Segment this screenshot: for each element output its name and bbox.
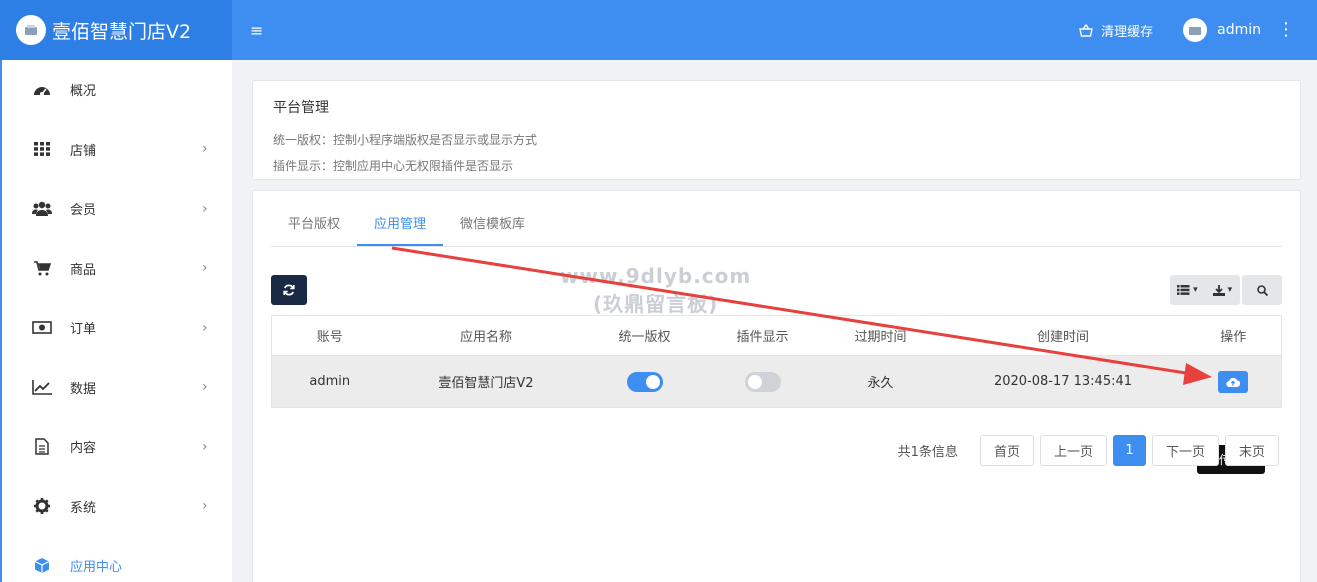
sidebar-item-orders[interactable]: 订单 ›	[2, 298, 232, 358]
users-icon	[32, 200, 52, 218]
brand-logo-icon	[16, 15, 46, 45]
cell-plugin-display	[704, 355, 821, 408]
grid-icon	[32, 140, 52, 158]
sidebar-item-app-center[interactable]: 应用中心	[2, 536, 232, 582]
sidebar-item-content[interactable]: 内容 ›	[2, 417, 232, 477]
chevron-right-icon: ›	[202, 141, 208, 158]
sidebar-item-label: 商品	[70, 262, 97, 278]
sidebar-item-label: 店铺	[70, 143, 97, 159]
sidebar-item-label: 订单	[70, 322, 97, 338]
content-card: 平台版权 应用管理 微信模板库 ▾ ▾ 账号 应用名称 统一版权 插件显示 过期…	[252, 190, 1301, 582]
cell-created: 2020-08-17 13:45:41	[940, 355, 1186, 408]
sidebar-item-products[interactable]: 商品 ›	[2, 239, 232, 299]
money-icon	[32, 319, 52, 337]
cell-expire: 永久	[820, 355, 941, 408]
chevron-right-icon: ›	[202, 438, 208, 455]
watermark-name: (玖鼎留言板)	[592, 292, 719, 316]
page-title: 平台管理	[273, 100, 329, 116]
column-header[interactable]: 操作	[1185, 315, 1282, 356]
prev-page-button[interactable]: 上一页	[1039, 435, 1107, 466]
user-menu[interactable]: admin ⋮	[1183, 18, 1295, 42]
dashboard-icon	[32, 81, 52, 99]
main-content: 平台管理 统一版权：控制小程序端版权是否显示或显示方式 插件显示：控制应用中心无…	[252, 80, 1301, 582]
unified-copyright-toggle[interactable]	[626, 371, 663, 392]
upload-settings-button[interactable]	[1218, 370, 1249, 393]
sidebar-item-data[interactable]: 数据 ›	[2, 358, 232, 418]
info-line-plugin: 插件显示：控制应用中心无权限插件是否显示	[273, 159, 514, 173]
sidebar-item-overview[interactable]: 概况	[2, 60, 232, 120]
table-header-row: 账号 应用名称 统一版权 插件显示 过期时间 创建时间 操作	[271, 315, 1282, 356]
cart-icon	[32, 259, 52, 277]
refresh-icon	[283, 284, 295, 296]
info-line-copyright: 统一版权：控制小程序端版权是否显示或显示方式	[273, 133, 538, 147]
column-header[interactable]: 账号	[271, 315, 388, 356]
column-header[interactable]: 插件显示	[704, 315, 821, 356]
sidebar: 概况 店铺 › 会员 › 商品 › 订单 › 数据 › 内容 › 系统 › 应用…	[0, 60, 232, 582]
clear-cache-label: 清理缓存	[1101, 24, 1154, 40]
gear-icon	[32, 497, 52, 515]
watermark-url: www.9dlyb.com	[560, 264, 752, 288]
tab-bar: 平台版权 应用管理 微信模板库	[271, 211, 1282, 247]
column-header[interactable]: 过期时间	[820, 315, 941, 356]
avatar	[1183, 18, 1208, 42]
sidebar-item-members[interactable]: 会员 ›	[2, 179, 232, 239]
cell-unified-copyright	[584, 355, 705, 408]
top-navbar: 壹佰智慧门店V2 ≡ 清理缓存 admin ⋮	[0, 0, 1317, 60]
sidebar-item-label: 会员	[70, 203, 97, 219]
column-header[interactable]: 统一版权	[584, 315, 705, 356]
sidebar-item-label: 内容	[70, 441, 97, 457]
caret-down-icon: ▾	[1190, 285, 1198, 295]
chevron-right-icon: ›	[202, 498, 208, 515]
first-page-button[interactable]: 首页	[979, 435, 1034, 466]
more-vertical-icon[interactable]: ⋮	[1277, 21, 1295, 39]
sidebar-item-label: 应用中心	[70, 560, 123, 576]
sidebar-item-label: 系统	[70, 500, 97, 516]
next-page-button[interactable]: 下一页	[1151, 435, 1219, 466]
column-header[interactable]: 应用名称	[387, 315, 585, 356]
sidebar-item-label: 数据	[70, 381, 97, 397]
chart-icon	[32, 378, 52, 396]
cloud-upload-icon	[1226, 377, 1241, 387]
document-icon	[32, 438, 52, 456]
column-header[interactable]: 创建时间	[940, 315, 1186, 356]
tab-app-management[interactable]: 应用管理	[357, 211, 444, 246]
brand-title: 壹佰智慧门店V2	[52, 20, 192, 43]
clear-cache-button[interactable]: 清理缓存	[1079, 21, 1153, 40]
chevron-right-icon: ›	[202, 379, 208, 396]
watermark: www.9dlyb.com (玖鼎留言板)	[560, 262, 751, 318]
app-table: 账号 应用名称 统一版权 插件显示 过期时间 创建时间 操作 admin 壹佰智…	[271, 315, 1282, 408]
search-button[interactable]	[1242, 275, 1282, 305]
chevron-right-icon: ›	[202, 200, 208, 217]
caret-down-icon: ▾	[1224, 285, 1233, 295]
table-toolbar: ▾ ▾	[271, 275, 1282, 305]
sidebar-item-store[interactable]: 店铺 ›	[2, 120, 232, 180]
chevron-right-icon: ›	[202, 260, 208, 277]
pagination-total: 共1条信息	[897, 445, 958, 460]
table-row: admin 壹佰智慧门店V2 永久 2020-08-17 13:45:41	[271, 355, 1282, 408]
search-icon	[1256, 284, 1268, 296]
list-icon	[1177, 285, 1190, 295]
user-name: admin	[1217, 22, 1261, 38]
cell-app-name: 壹佰智慧门店V2	[387, 355, 585, 408]
pagination: 共1条信息 首页 上一页 1 下一页 末页	[898, 435, 1279, 466]
basket-icon	[1079, 23, 1093, 37]
plugin-display-toggle[interactable]	[744, 371, 781, 392]
cell-account: admin	[271, 355, 388, 408]
hamburger-icon[interactable]: ≡	[250, 21, 263, 40]
tab-wechat-templates[interactable]: 微信模板库	[443, 211, 542, 246]
tab-platform-copyright[interactable]: 平台版权	[271, 211, 357, 246]
cell-actions	[1185, 355, 1282, 408]
columns-toggle-button[interactable]: ▾	[1170, 275, 1205, 305]
info-card: 平台管理 统一版权：控制小程序端版权是否显示或显示方式 插件显示：控制应用中心无…	[252, 80, 1301, 180]
sidebar-item-system[interactable]: 系统 ›	[2, 477, 232, 537]
chevron-right-icon: ›	[202, 319, 208, 336]
cube-icon	[32, 557, 52, 575]
brand[interactable]: 壹佰智慧门店V2	[0, 0, 232, 60]
current-page-button[interactable]: 1	[1112, 435, 1146, 466]
sidebar-item-label: 概况	[70, 84, 97, 100]
last-page-button[interactable]: 末页	[1224, 435, 1279, 466]
refresh-button[interactable]	[271, 275, 307, 305]
export-button[interactable]: ▾	[1205, 275, 1240, 305]
download-icon	[1212, 284, 1225, 296]
